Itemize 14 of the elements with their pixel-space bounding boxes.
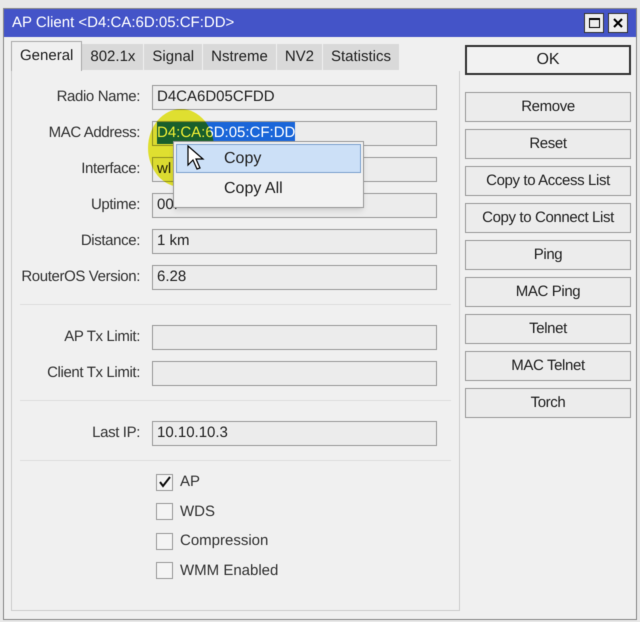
field-label: Last IP: (91, 422, 141, 443)
field-label: Distance: (80, 230, 141, 251)
field-label: Uptime: (90, 194, 141, 215)
field-label: Client Tx Limit: (46, 362, 141, 383)
checkbox-label: AP (180, 472, 200, 492)
field-label: RouterOS Version: (20, 266, 141, 287)
field-label: MAC Address: (48, 122, 141, 143)
checkbox-label: WDS (180, 502, 215, 522)
field-label: Radio Name: (56, 86, 141, 107)
field-label: Interface: (80, 158, 141, 179)
checkbox-label: Compression (180, 531, 268, 551)
window-title: AP Client <D4:CA:6D:05:CF:DD> (12, 12, 234, 33)
field-label: AP Tx Limit: (63, 326, 141, 347)
checkbox-label: WMM Enabled (180, 560, 278, 580)
